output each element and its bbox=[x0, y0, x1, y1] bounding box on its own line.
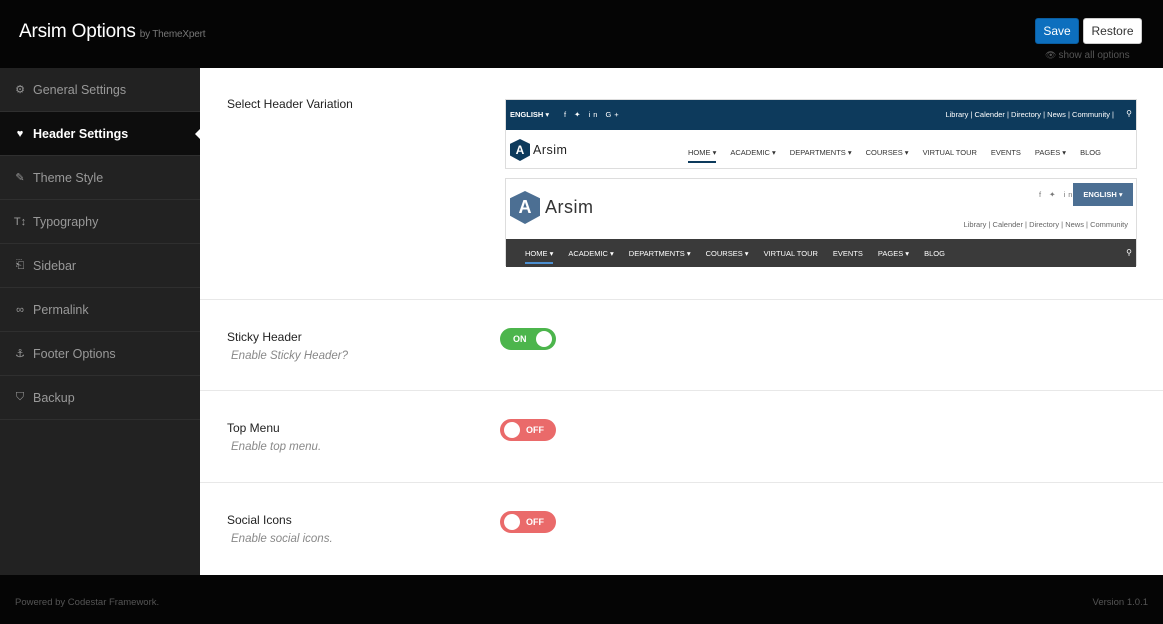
preview1-nav: A Arsim HOME ▾ ACADEMIC ▾ DEPARTMENTS ▾ … bbox=[506, 130, 1136, 170]
sidebar-item-label: General Settings bbox=[33, 82, 127, 97]
preview1-menu-item: BLOG bbox=[1080, 148, 1101, 157]
shield-icon: ⛉ bbox=[15, 391, 25, 403]
preview1-menu-item: COURSES ▾ bbox=[865, 148, 909, 157]
preview1-menu-item: ACADEMIC ▾ bbox=[730, 148, 776, 157]
preview2-logo-word: Arsim bbox=[545, 197, 594, 217]
sidebar-item-permalink[interactable]: ∞ Permalink bbox=[0, 288, 200, 332]
sidebar-item-footer-options[interactable]: ⚓ Footer Options bbox=[0, 332, 200, 376]
preview2-lang: ENGLISH ▾ bbox=[1073, 183, 1133, 206]
preview1-menu-item: EVENTS bbox=[990, 148, 1021, 157]
toggle-knob bbox=[536, 331, 552, 347]
app-title-text: Arsim Options bbox=[19, 21, 136, 42]
eye-icon: 👁 bbox=[1045, 50, 1057, 60]
preview1-menu-item: HOME ▾ bbox=[688, 148, 717, 163]
preview2-menu-item: EVENTS bbox=[832, 249, 863, 258]
sticky-header-toggle[interactable]: ON bbox=[500, 328, 556, 350]
header-variation-label: Select Header Variation bbox=[227, 97, 353, 111]
header-variation-option-2[interactable]: A Arsim f ✦ in ENGLISH ▾ Library | Calen… bbox=[505, 178, 1137, 267]
sticky-header-desc: Enable Sticky Header? bbox=[231, 350, 348, 362]
social-icons-desc: Enable social icons. bbox=[231, 533, 333, 545]
social-icons-row: Social Icons Enable social icons. OFF bbox=[200, 483, 1163, 575]
show-all-options-link[interactable]: 👁 show all options bbox=[1045, 50, 1130, 61]
preview1-menu-item: PAGES ▾ bbox=[1034, 148, 1067, 157]
preview2-nav: HOME ▾ ACADEMIC ▾ DEPARTMENTS ▾ COURSES … bbox=[506, 239, 1136, 267]
toggle-state-label: ON bbox=[513, 334, 527, 344]
preview1-logo-word: Arsim bbox=[533, 143, 568, 157]
sidebar: ⚙ General Settings ♥ Header Settings ✎ T… bbox=[0, 68, 200, 575]
sidebar-item-label: Backup bbox=[33, 390, 75, 405]
sidebar-item-backup[interactable]: ⛉ Backup bbox=[0, 376, 200, 420]
preview1-logo: A Arsim bbox=[510, 139, 567, 161]
sidebar-item-label: Typography bbox=[33, 214, 99, 229]
toggle-knob bbox=[504, 422, 520, 438]
top-menu-desc: Enable top menu. bbox=[231, 441, 322, 453]
preview2-menu-item: ACADEMIC ▾ bbox=[568, 249, 614, 258]
toggle-state-label: OFF bbox=[526, 517, 544, 527]
gears-icon: ⚙ bbox=[15, 84, 25, 96]
top-menu-toggle[interactable]: OFF bbox=[500, 419, 556, 441]
toggle-state-label: OFF bbox=[526, 425, 544, 435]
heart-icon: ♥ bbox=[16, 127, 24, 140]
footer: Powered by Codestar Framework. Version 1… bbox=[0, 575, 1163, 624]
preview2-menu-item: COURSES ▾ bbox=[705, 249, 749, 258]
main-content: Select Header Variation ENGLISH ▾ f ✦ in… bbox=[200, 68, 1163, 575]
toggle-knob bbox=[504, 514, 520, 530]
save-button[interactable]: Save bbox=[1035, 18, 1079, 44]
sidebar-item-label: Theme Style bbox=[33, 170, 104, 185]
footer-powered-by: Powered by Codestar Framework. bbox=[15, 597, 160, 608]
anchor-icon: ⚓ bbox=[15, 348, 25, 360]
sidebar-item-typography[interactable]: T↕ Typography bbox=[0, 200, 200, 244]
social-icons-label: Social Icons bbox=[227, 513, 292, 527]
preview1-menu: HOME ▾ ACADEMIC ▾ DEPARTMENTS ▾ COURSES … bbox=[688, 148, 1101, 163]
preview2-links: Library | Calender | Directory | News | … bbox=[963, 220, 1128, 229]
preview1-menu-item: DEPARTMENTS ▾ bbox=[789, 148, 852, 157]
preview2-upper: A Arsim f ✦ in ENGLISH ▾ Library | Calen… bbox=[506, 179, 1136, 239]
preview1-top-bar: ENGLISH ▾ f ✦ in G+ Library | Calender |… bbox=[506, 100, 1136, 130]
footer-version: Version 1.0.1 bbox=[1092, 597, 1148, 608]
sticky-header-label: Sticky Header bbox=[227, 330, 302, 344]
sidebar-icon: ⎗ bbox=[15, 259, 25, 271]
restore-button[interactable]: Restore bbox=[1083, 18, 1142, 44]
preview2-logo: A Arsim bbox=[510, 191, 594, 224]
brush-icon: ✎ bbox=[15, 172, 25, 184]
social-icons-toggle[interactable]: OFF bbox=[500, 511, 556, 533]
search-icon: ⚲ bbox=[1126, 109, 1132, 118]
top-menu-label: Top Menu bbox=[227, 421, 280, 435]
header-variation-row: Select Header Variation ENGLISH ▾ f ✦ in… bbox=[200, 68, 1163, 300]
link-icon: ∞ bbox=[16, 303, 24, 316]
preview2-menu-item: VIRTUAL TOUR bbox=[763, 249, 818, 258]
app-title: Arsim Options by ThemeXpert bbox=[19, 21, 206, 43]
top-menu-row: Top Menu Enable top menu. OFF bbox=[200, 391, 1163, 483]
show-all-label: show all options bbox=[1058, 50, 1130, 61]
preview1-social: f ✦ in G+ bbox=[564, 110, 622, 119]
sticky-header-row: Sticky Header Enable Sticky Header? ON bbox=[200, 300, 1163, 391]
preview2-menu-item: DEPARTMENTS ▾ bbox=[628, 249, 691, 258]
preview2-social: f ✦ in bbox=[1039, 190, 1076, 199]
logo-shield-icon: A bbox=[510, 191, 540, 224]
sidebar-item-label: Permalink bbox=[33, 302, 89, 317]
preview2-menu-item: PAGES ▾ bbox=[877, 249, 910, 258]
sidebar-item-header-settings[interactable]: ♥ Header Settings bbox=[0, 112, 200, 156]
search-icon: ⚲ bbox=[1126, 248, 1132, 257]
preview1-lang: ENGLISH ▾ bbox=[510, 110, 550, 119]
preview1-menu-item: VIRTUAL TOUR bbox=[922, 148, 977, 157]
sidebar-item-label: Footer Options bbox=[33, 346, 116, 361]
sidebar-item-label: Sidebar bbox=[33, 258, 77, 273]
app-by-text: by ThemeXpert bbox=[139, 29, 206, 40]
sidebar-item-theme-style[interactable]: ✎ Theme Style bbox=[0, 156, 200, 200]
preview2-menu: HOME ▾ ACADEMIC ▾ DEPARTMENTS ▾ COURSES … bbox=[525, 249, 945, 264]
sidebar-item-general-settings[interactable]: ⚙ General Settings bbox=[0, 68, 200, 112]
preview2-menu-item: HOME ▾ bbox=[525, 249, 554, 264]
text-height-icon: T↕ bbox=[13, 215, 27, 228]
preview1-links: Library | Calender | Directory | News | … bbox=[945, 110, 1114, 119]
sidebar-item-label: Header Settings bbox=[33, 126, 129, 141]
logo-shield-icon: A bbox=[510, 139, 530, 161]
preview2-menu-item: BLOG bbox=[924, 249, 945, 258]
header-variation-option-1[interactable]: ENGLISH ▾ f ✦ in G+ Library | Calender |… bbox=[505, 99, 1137, 169]
sidebar-item-sidebar[interactable]: ⎗ Sidebar bbox=[0, 244, 200, 288]
top-bar: Arsim Options by ThemeXpert Save Restore … bbox=[0, 0, 1163, 68]
